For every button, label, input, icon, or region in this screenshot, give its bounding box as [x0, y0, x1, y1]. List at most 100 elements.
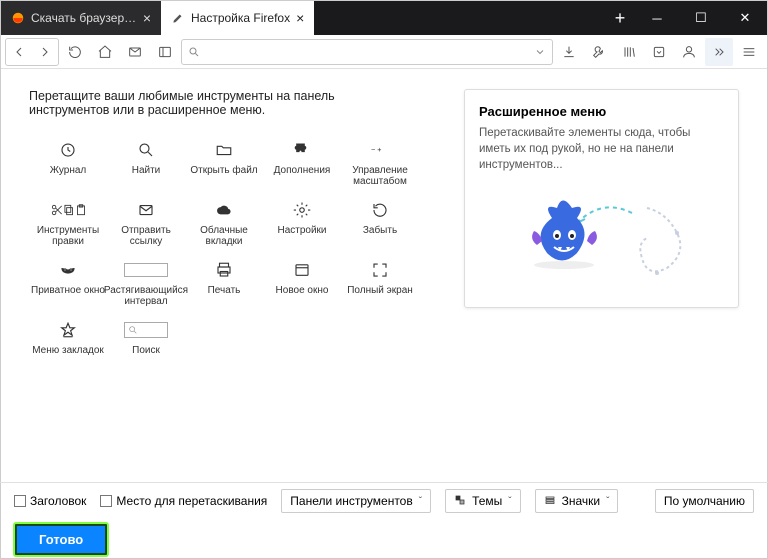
forget-icon [371, 199, 389, 221]
tool-history[interactable]: Журнал [29, 135, 107, 191]
dragspace-checkbox[interactable]: Место для перетаскивания [100, 494, 267, 508]
tool-private-window[interactable]: Приватное окно [29, 255, 107, 311]
tool-find[interactable]: Найти [107, 135, 185, 191]
chevron-down-icon: ˇ [508, 496, 511, 507]
overflow-button[interactable] [705, 38, 733, 66]
star-icon [59, 319, 77, 341]
devtools-button[interactable] [585, 38, 613, 66]
tool-label: Открыть файл [190, 165, 257, 176]
dropdown-label: Темы [472, 494, 502, 508]
tool-label: Журнал [50, 165, 87, 176]
cut-copy-paste-icon [50, 199, 86, 221]
close-icon[interactable]: × [143, 11, 151, 25]
tab-strip: Скачать браузер Firefox для ко × Настрой… [1, 1, 605, 35]
checkbox-label: Заголовок [30, 494, 86, 508]
button-label: По умолчанию [664, 494, 745, 508]
tool-new-window[interactable]: Новое окно [263, 255, 341, 311]
clock-icon [59, 139, 77, 161]
tool-open-file[interactable]: Открыть файл [185, 135, 263, 191]
minimize-button[interactable]: ─ [635, 1, 679, 35]
density-dropdown[interactable]: Значки ˇ [535, 489, 619, 513]
done-button[interactable]: Готово [14, 523, 108, 556]
home-button[interactable] [91, 38, 119, 66]
themes-dropdown[interactable]: Темы ˇ [445, 489, 521, 513]
tool-fullscreen[interactable]: Полный экран [341, 255, 419, 311]
tool-label: Облачные вкладки [187, 225, 261, 247]
panel-desc: Перетаскивайте элементы сюда, чтобы имет… [479, 125, 724, 173]
folder-icon [215, 139, 233, 161]
close-icon[interactable]: × [296, 11, 304, 25]
window-controls: ─ ☐ ✕ [635, 1, 767, 35]
search-box-icon [124, 319, 168, 341]
sidebar-button[interactable] [151, 38, 179, 66]
tool-flex-space[interactable]: Растягивающийся интервал [107, 255, 185, 311]
svg-text:− +: − + [371, 145, 381, 154]
tool-email-link[interactable]: Отправить ссылку [107, 195, 185, 251]
tool-label: Печать [208, 285, 241, 296]
new-tab-button[interactable]: + [605, 1, 635, 35]
customize-content: Перетащите ваши любимые инструменты на п… [1, 69, 767, 482]
url-bar[interactable] [181, 39, 553, 65]
dropdown-label: Панели инструментов [290, 494, 412, 508]
tool-settings[interactable]: Настройки [263, 195, 341, 251]
density-icon [544, 494, 556, 509]
tool-bookmarks-menu[interactable]: Меню закладок [29, 315, 107, 371]
gear-icon [293, 199, 311, 221]
tab-active[interactable]: Настройка Firefox × [161, 1, 314, 35]
illustration [479, 183, 724, 293]
tool-label: Поиск [132, 345, 160, 356]
mail-icon [137, 199, 155, 221]
tool-print[interactable]: Печать [185, 255, 263, 311]
menu-button[interactable] [735, 38, 763, 66]
library-button[interactable] [121, 38, 149, 66]
puzzle-icon [293, 139, 311, 161]
button-label: Готово [39, 532, 83, 547]
tool-synced-tabs[interactable]: Облачные вкладки [185, 195, 263, 251]
chevron-down-icon[interactable] [534, 46, 546, 58]
tool-search[interactable]: Поиск [107, 315, 185, 371]
account-button[interactable] [675, 38, 703, 66]
cloud-icon [215, 199, 233, 221]
tool-edit[interactable]: Инструменты правки [29, 195, 107, 251]
brush-icon [171, 11, 185, 25]
search-icon [188, 46, 200, 58]
pocket-button[interactable] [645, 38, 673, 66]
tool-label: Забыть [363, 225, 397, 236]
close-window-button[interactable]: ✕ [723, 1, 767, 35]
tool-zoom[interactable]: − + Управление масштабом [341, 135, 419, 191]
chevron-down-icon: ˇ [419, 496, 422, 507]
tool-label: Дополнения [274, 165, 331, 176]
firefox-icon [11, 11, 25, 25]
panel-title: Расширенное меню [479, 104, 724, 119]
navbar [1, 35, 767, 69]
titlebar: Скачать браузер Firefox для ко × Настрой… [1, 1, 767, 35]
reload-button[interactable] [61, 38, 89, 66]
tool-label: Полный экран [347, 285, 413, 296]
tool-label: Настройки [277, 225, 326, 236]
maximize-button[interactable]: ☐ [679, 1, 723, 35]
forward-button[interactable] [32, 39, 58, 65]
tool-label: Отправить ссылку [109, 225, 183, 247]
titlebar-checkbox[interactable]: Заголовок [14, 494, 86, 508]
tool-label: Найти [132, 165, 161, 176]
dropdown-label: Значки [562, 494, 601, 508]
tab-inactive[interactable]: Скачать браузер Firefox для ко × [1, 1, 161, 35]
tool-label: Растягивающийся интервал [104, 285, 188, 307]
tool-addons[interactable]: Дополнения [263, 135, 341, 191]
search-icon [137, 139, 155, 161]
toolbars-dropdown[interactable]: Панели инструментов ˇ [281, 489, 431, 513]
print-icon [215, 259, 233, 281]
theme-icon [454, 494, 466, 509]
chevron-down-icon: ˇ [606, 496, 609, 507]
restore-defaults-button[interactable]: По умолчанию [655, 489, 754, 513]
fullscreen-icon [371, 259, 389, 281]
flex-space-icon [124, 259, 168, 281]
tab-label: Настройка Firefox [191, 11, 290, 25]
window-icon [293, 259, 311, 281]
downloads-button[interactable] [555, 38, 583, 66]
tool-forget[interactable]: Забыть [341, 195, 419, 251]
back-button[interactable] [6, 39, 32, 65]
library-icon[interactable] [615, 38, 643, 66]
overflow-panel[interactable]: Расширенное меню Перетаскивайте элементы… [464, 89, 739, 308]
mask-icon [59, 259, 77, 281]
